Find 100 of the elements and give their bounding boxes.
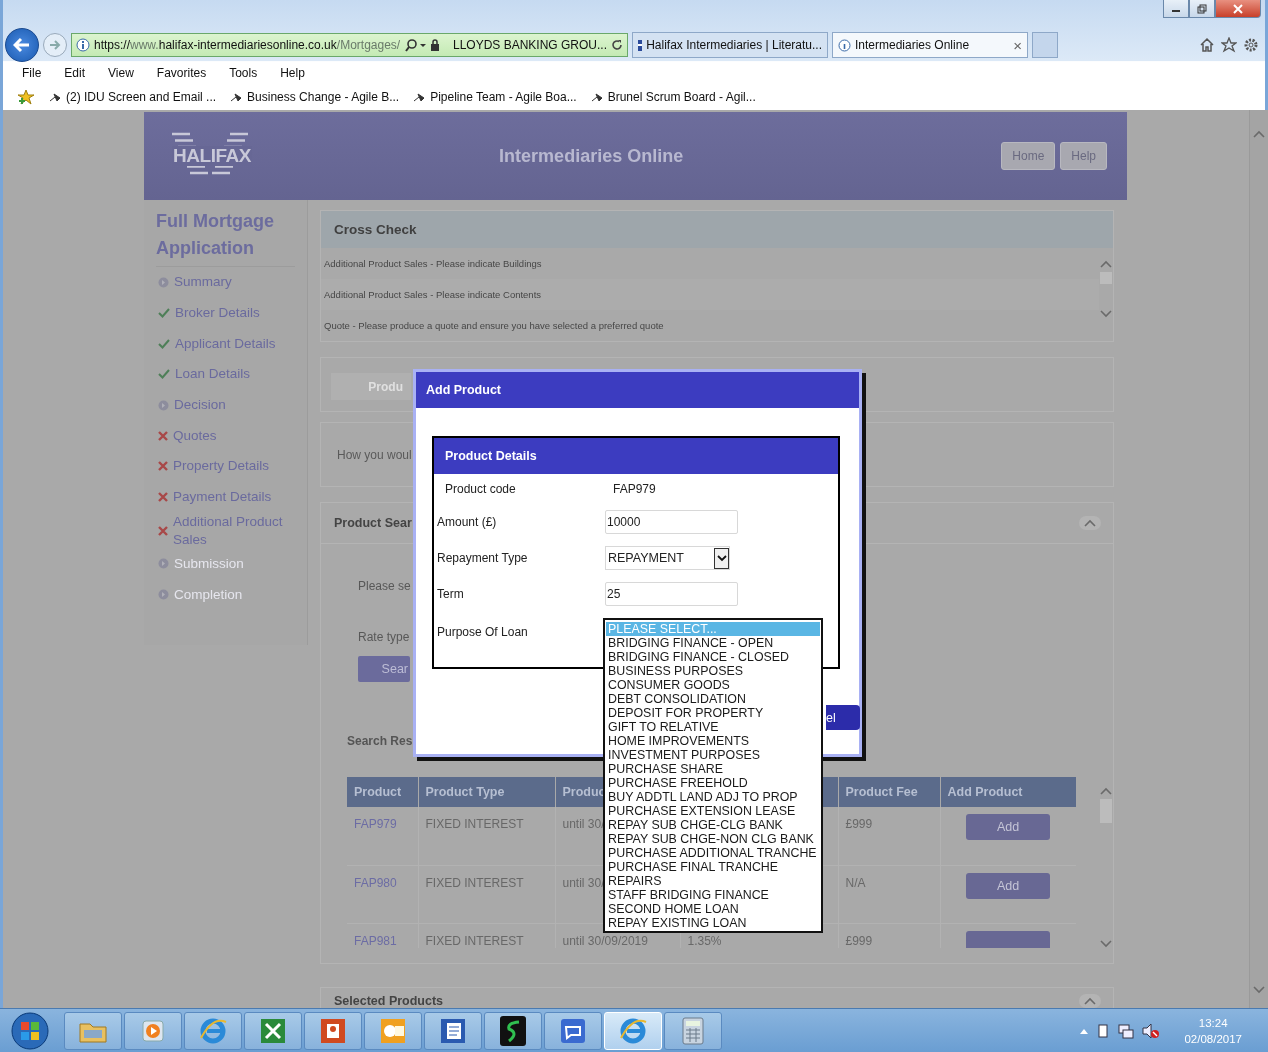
column-header: Product Type xyxy=(418,777,555,807)
dropdown-option[interactable]: HOME IMPROVEMENTS xyxy=(606,734,820,748)
arrow-circle-icon xyxy=(158,399,169,411)
pin-icon xyxy=(590,92,603,102)
scroll-up-icon[interactable] xyxy=(1100,787,1112,795)
dropdown-option[interactable]: BRIDGING FINANCE - CLOSED xyxy=(606,650,820,664)
dropdown-option[interactable]: DEPOSIT FOR PROPERTY xyxy=(606,706,820,720)
scroll-down-icon[interactable] xyxy=(1100,310,1112,318)
cross-icon xyxy=(158,525,168,536)
favorite-link[interactable]: Business Change - Agile B... xyxy=(230,90,400,104)
column-header: Product xyxy=(347,777,418,807)
table-cell: FIXED INTEREST xyxy=(418,865,555,923)
close-button[interactable] xyxy=(1215,0,1261,18)
restore-button[interactable] xyxy=(1189,0,1215,18)
dropdown-option[interactable]: BUSINESS PURPOSES xyxy=(606,664,820,678)
dropdown-option[interactable]: CONSUMER GOODS xyxy=(606,678,820,692)
select-field[interactable]: REPAYMENT xyxy=(605,546,730,570)
refresh-icon[interactable] xyxy=(611,39,623,51)
scroll-up-icon[interactable] xyxy=(1253,130,1265,138)
panel-title: Product Sear xyxy=(334,516,412,530)
cancel-button[interactable]: el xyxy=(826,705,860,730)
chevron-up-icon[interactable] xyxy=(1084,519,1096,527)
pin-icon xyxy=(230,92,243,102)
menu-item[interactable]: Edit xyxy=(53,66,98,80)
minimize-button[interactable] xyxy=(1163,0,1189,18)
start-button[interactable] xyxy=(8,1010,52,1051)
browser-tab[interactable]: Halifax Intermediaries | Literatu... xyxy=(632,32,828,58)
favorite-link[interactable]: Brunel Scrum Board - Agil... xyxy=(590,90,756,104)
table-cell: FIXED INTEREST xyxy=(418,807,555,865)
star-icon[interactable] xyxy=(1221,37,1237,53)
field-label: Product code xyxy=(444,482,517,496)
scroll-down-icon[interactable] xyxy=(1253,986,1265,994)
flag-icon xyxy=(638,39,643,51)
pin-icon xyxy=(49,92,61,102)
mail-icon xyxy=(379,1016,407,1045)
scroll-up-icon[interactable] xyxy=(1100,260,1112,268)
check-icon xyxy=(158,338,170,349)
home-icon[interactable] xyxy=(1199,37,1215,53)
panel-title: Selected Products xyxy=(334,994,444,1008)
s-curve-icon xyxy=(499,1014,527,1047)
scrollbar[interactable] xyxy=(1249,110,1268,1008)
url-text: https://www.halifax-intermediariesonline.co.uk/Mortgages/ xyxy=(94,38,401,52)
forward-button[interactable] xyxy=(43,33,67,57)
tab-close-button[interactable]: × xyxy=(1013,36,1022,54)
field-label: Amount (£) xyxy=(436,515,498,529)
panel-title: Cross Check xyxy=(334,222,417,237)
taskbar-button[interactable] xyxy=(544,1011,602,1050)
device-icon[interactable] xyxy=(1096,1022,1111,1039)
cross-icon xyxy=(158,492,168,503)
field-value: FAP979 xyxy=(612,482,656,496)
caret-up-icon[interactable] xyxy=(1080,1027,1089,1034)
browser-tab[interactable]: Intermediaries Online × xyxy=(832,32,1028,58)
settings-icon[interactable] xyxy=(1243,37,1259,53)
site-title: Intermediaries Online xyxy=(498,145,685,167)
dropdown-option[interactable]: BRIDGING FINANCE - OPEN xyxy=(606,636,820,650)
favorite-link[interactable]: Pipeline Team - Agile Boa... xyxy=(413,90,577,104)
chevron-up-icon[interactable] xyxy=(1084,997,1096,1005)
menu-item[interactable]: Tools xyxy=(218,66,270,80)
column-header: Product Fee xyxy=(838,777,940,807)
scroll-down-icon[interactable] xyxy=(1100,940,1112,948)
muted-speaker-icon[interactable] xyxy=(1142,1022,1161,1039)
back-button[interactable] xyxy=(5,28,39,62)
menu-item[interactable]: Favorites xyxy=(145,66,219,80)
dropdown-option[interactable]: GIFT TO RELATIVE xyxy=(606,720,820,734)
dropdown-option[interactable]: PURCHASE SHARE xyxy=(606,762,820,776)
pin-icon xyxy=(413,92,426,102)
logo: HALIFAX xyxy=(168,132,256,180)
chat-icon xyxy=(559,1016,587,1045)
dialog-title: Add Product xyxy=(416,372,859,408)
message-text: Additional Product Sales - Please indicate Buildings xyxy=(324,258,542,269)
favorite-link[interactable]: (2) IDU Screen and Email ... xyxy=(49,90,217,104)
taskbar-button[interactable] xyxy=(484,1011,542,1050)
table-cell: FIXED INTEREST xyxy=(418,923,555,948)
menu-item[interactable]: Help xyxy=(269,66,317,80)
document-icon xyxy=(439,1016,467,1045)
play-icon xyxy=(140,1017,166,1044)
field-label: Term xyxy=(436,587,465,601)
lock-icon xyxy=(430,39,441,51)
network-icon[interactable] xyxy=(1118,1022,1135,1039)
menu-item[interactable]: View xyxy=(97,66,146,80)
add-favorite-icon[interactable] xyxy=(17,89,35,105)
collapse-button[interactable] xyxy=(1079,994,1101,1008)
collapse-button[interactable] xyxy=(1079,516,1101,530)
field-label: Rate type xyxy=(358,630,410,644)
input-field[interactable]: 10000 xyxy=(605,510,738,534)
taskbar-button[interactable] xyxy=(424,1011,482,1050)
panel-title: Product Details xyxy=(434,438,838,474)
check-icon xyxy=(158,369,170,380)
address-bar[interactable]: https://www.halifax-intermediariesonline.co.uk/Mortgages/ LLOYDS BANKING GROU... xyxy=(71,33,628,57)
search-icon[interactable] xyxy=(404,38,427,52)
input-field[interactable]: 25 xyxy=(605,582,738,606)
table-cell: N/A xyxy=(838,865,940,923)
menu-item[interactable]: File xyxy=(11,66,54,80)
question-text: How you woul xyxy=(337,447,412,462)
field-label: Repayment Type xyxy=(436,551,529,565)
dropdown-option[interactable]: INVESTMENT PURPOSES xyxy=(606,748,820,762)
certificate-text: LLOYDS BANKING GROU... xyxy=(452,38,607,52)
dropdown-option[interactable]: DEBT CONSOLIDATION xyxy=(606,692,820,706)
table-cell: £999 xyxy=(838,807,940,865)
dropdown-list[interactable] xyxy=(603,618,823,933)
